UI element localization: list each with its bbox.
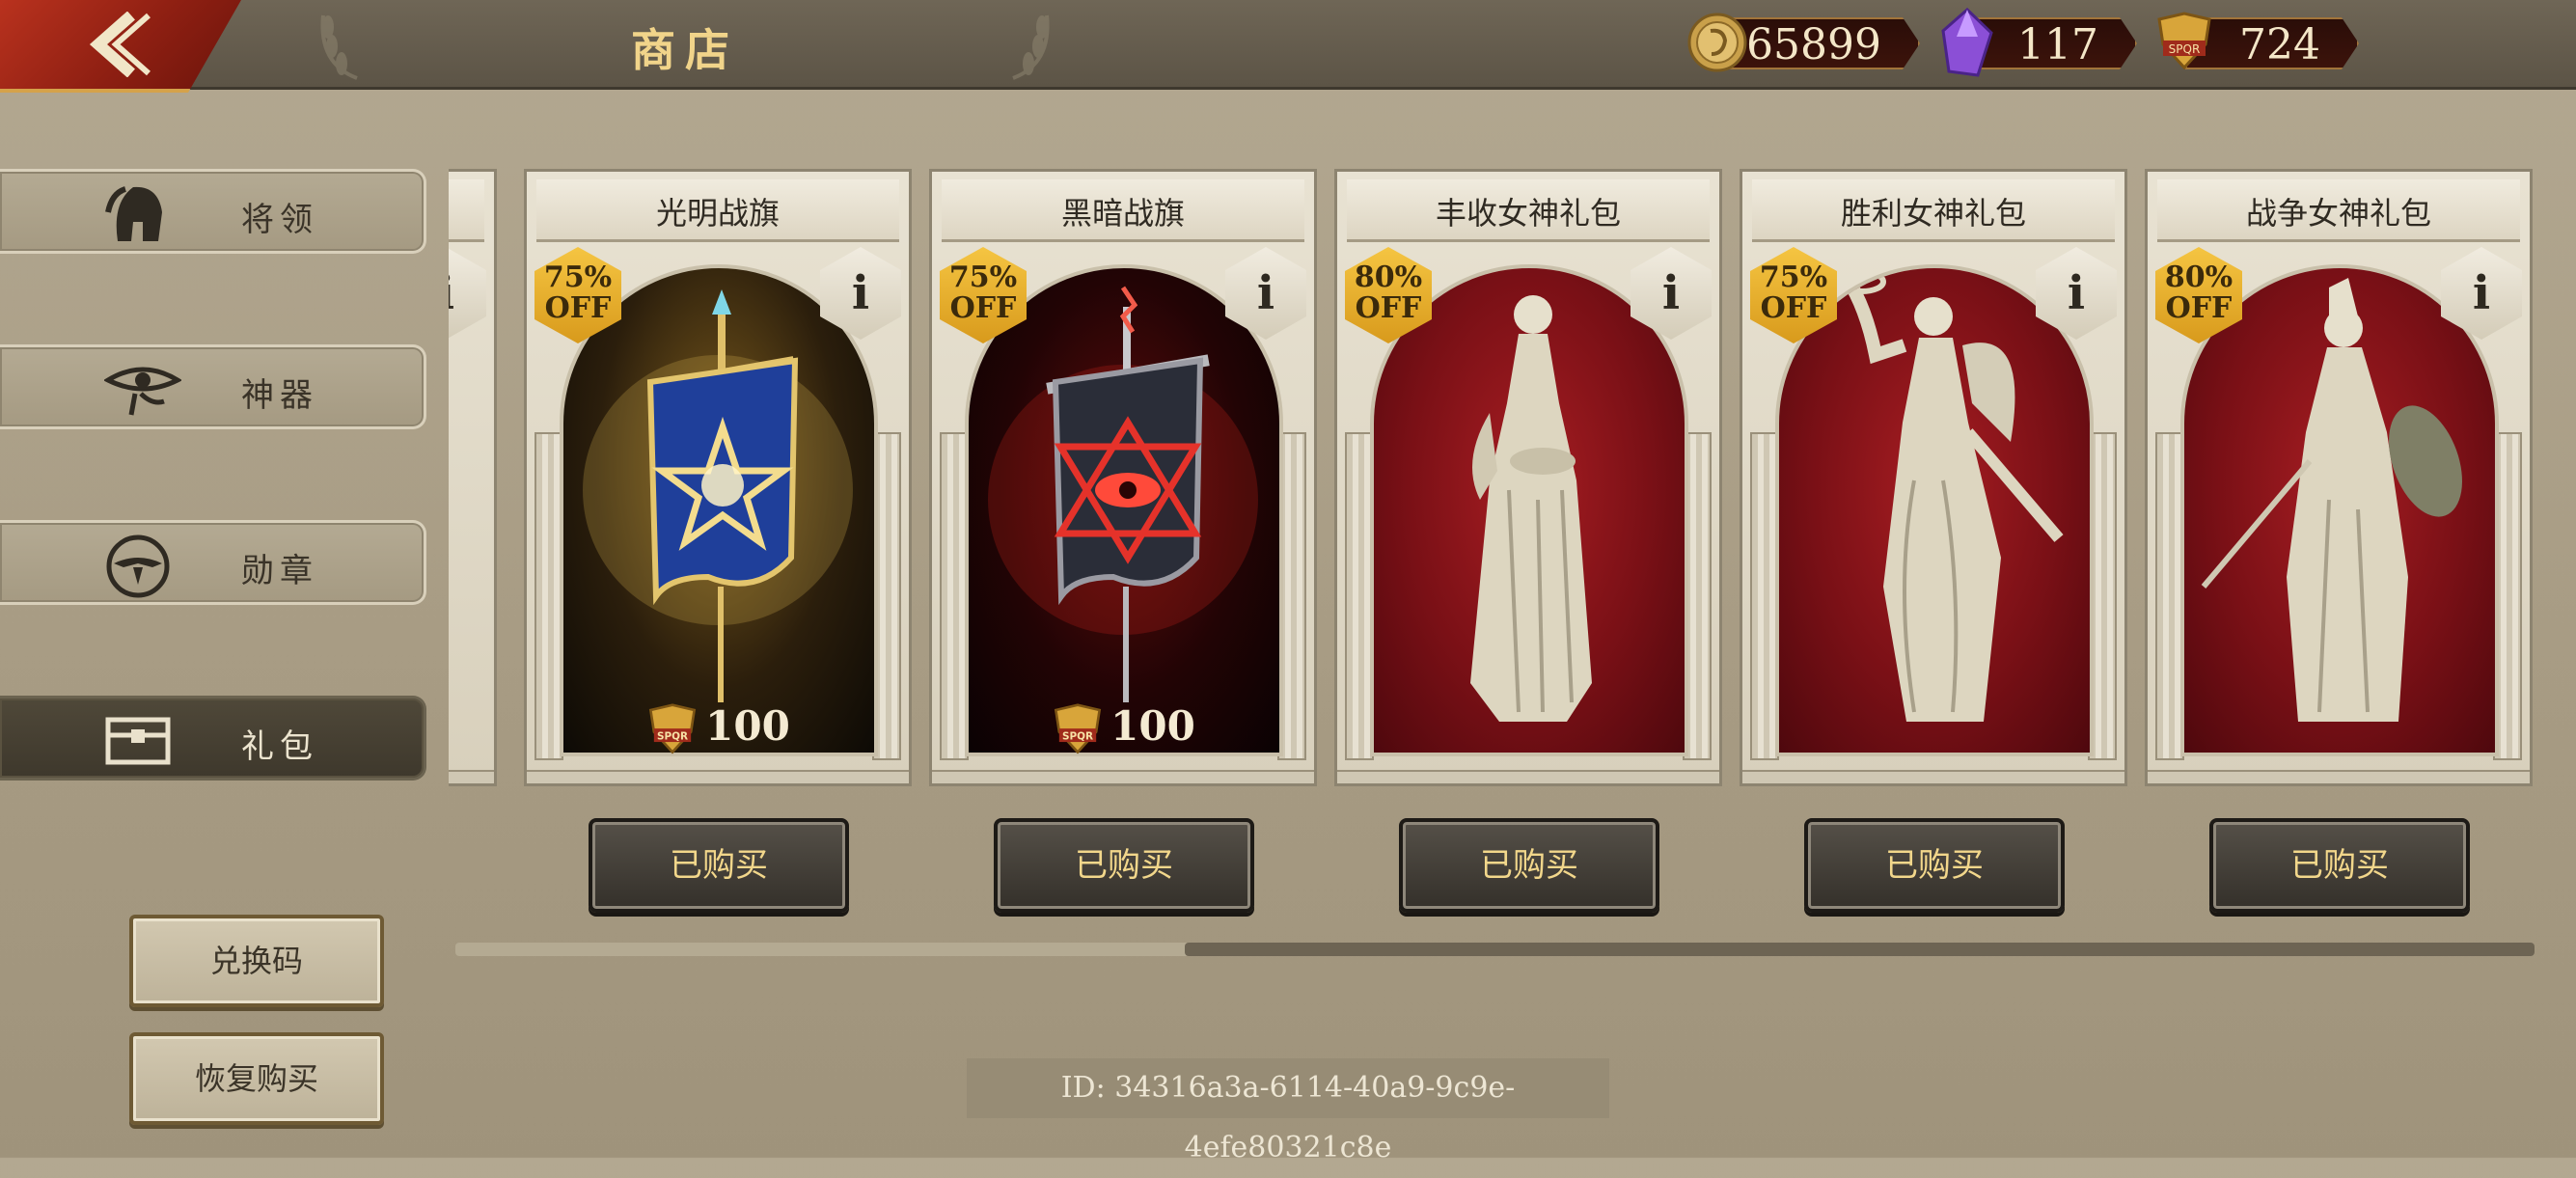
back-arrow-icon	[89, 12, 151, 77]
discount-percent: 75%	[1759, 260, 1828, 294]
card-base	[527, 770, 909, 783]
sidebar-item-label: 神器	[241, 376, 318, 415]
discount-off-label: OFF	[544, 291, 612, 325]
discount-off-label: OFF	[1355, 291, 1422, 325]
card-title: 光明战旗	[655, 195, 780, 232]
card-base	[2148, 770, 2530, 783]
eye-of-horus-icon	[104, 367, 181, 416]
sidebar-item-label: 将领	[241, 201, 318, 239]
card-title: 黑暗战旗	[1060, 195, 1185, 232]
card-base	[1742, 770, 2124, 783]
svg-text:SPQR: SPQR	[657, 730, 688, 742]
player-id-label: ID: 34316a3a-6114-40a9-9c9e-4efe80321c8e	[967, 1058, 1609, 1164]
purchased-button[interactable]: 已购买	[2209, 818, 2470, 913]
discount-percent: 80%	[2164, 260, 2233, 294]
price-value: 100	[1110, 702, 1195, 750]
purchased-button[interactable]: 已购买	[994, 818, 1254, 913]
gift-pack-card-partial[interactable]: i	[449, 169, 497, 786]
gold-coin-icon	[1687, 13, 1747, 72]
spqr-token-value: 724	[2239, 20, 2320, 69]
purchased-button[interactable]: 已购买	[589, 818, 849, 913]
spartan-helmet-icon	[105, 186, 162, 241]
light-war-banner-art	[583, 289, 853, 702]
price-value: 100	[705, 702, 790, 750]
sidebar-item-artifacts[interactable]: 神器	[0, 344, 426, 429]
spqr-token-icon: SPQR	[2157, 12, 2211, 70]
sidebar-item-generals[interactable]: 将领	[0, 169, 426, 254]
dark-war-banner-art	[988, 286, 1258, 702]
card-title-bar: 光明战旗	[536, 179, 899, 242]
card-title: 战争女神礼包	[2245, 195, 2431, 232]
sidebar-item-gift-packs[interactable]: 礼包	[0, 696, 426, 781]
purple-gem-icon	[1941, 8, 1993, 77]
gem-value: 117	[2017, 20, 2098, 69]
card-price: SPQR 100	[527, 702, 909, 755]
svg-text:SPQR: SPQR	[2169, 42, 2201, 56]
gift-pack-card-dark-banner[interactable]: 黑暗战旗 75% OFF i SPQR 100	[929, 169, 1317, 786]
card-art-frame	[1775, 264, 2094, 756]
top-bar: 商店 265899 117 724 SPQR	[0, 0, 2576, 93]
card-title-bar: 胜利女神礼包	[1752, 179, 2115, 242]
redeem-code-button[interactable]: 兑换码	[129, 915, 384, 1007]
card-base	[449, 770, 494, 783]
page-title: 商店	[631, 24, 739, 76]
treasure-chest-icon	[105, 717, 171, 765]
card-title-bar: 战争女神礼包	[2157, 179, 2520, 242]
discount-off-label: OFF	[2165, 291, 2233, 325]
gift-pack-card-victory-goddess[interactable]: 胜利女神礼包 75% OFF i	[1740, 169, 2127, 786]
card-art-frame	[560, 264, 878, 756]
laurel-decoration-icon	[1012, 14, 1050, 80]
sidebar-item-label: 礼包	[241, 727, 318, 766]
info-button[interactable]: i	[449, 247, 486, 340]
war-goddess-statue-art	[2201, 278, 2462, 722]
card-art-frame	[2180, 264, 2499, 756]
gift-pack-card-light-banner[interactable]: 光明战旗 75% OFF i SPQR 100	[524, 169, 912, 786]
discount-off-label: OFF	[1760, 291, 1827, 325]
gift-pack-carousel[interactable]: i 光明战旗 75% OFF i	[449, 169, 2552, 786]
victory-goddess-statue-art	[1838, 269, 2064, 722]
card-base	[1337, 770, 1719, 783]
back-button[interactable]	[0, 0, 241, 93]
card-art-frame	[965, 264, 1283, 756]
card-art-frame	[1370, 264, 1688, 756]
card-title-bar: 丰收女神礼包	[1347, 179, 1710, 242]
card-title: 丰收女神礼包	[1435, 195, 1621, 232]
card-title-bar: 黑暗战旗	[942, 179, 1304, 242]
carousel-scroll-thumb[interactable]	[1185, 943, 2535, 956]
harvest-goddess-statue-art	[1470, 295, 1592, 722]
card-title-bar	[449, 179, 484, 242]
gift-pack-card-war-goddess[interactable]: 战争女神礼包 80% OFF i	[2145, 169, 2533, 786]
card-title: 胜利女神礼包	[1840, 195, 2026, 232]
discount-off-label: OFF	[949, 291, 1017, 325]
restore-purchase-button[interactable]: 恢复购买	[129, 1032, 384, 1125]
svg-text:SPQR: SPQR	[1062, 730, 1093, 742]
discount-percent: 80%	[1354, 260, 1423, 294]
sidebar-item-medals[interactable]: 勋章	[0, 520, 426, 605]
discount-percent: 75%	[948, 260, 1018, 294]
spqr-token-icon: SPQR	[1055, 703, 1102, 754]
card-price: SPQR 100	[932, 702, 1314, 755]
discount-percent: 75%	[543, 260, 613, 294]
spqr-token-icon: SPQR	[649, 703, 697, 754]
sidebar-item-label: 勋章	[241, 552, 318, 590]
purchased-button[interactable]: 已购买	[1804, 818, 2065, 913]
purchased-button[interactable]: 已购买	[1399, 818, 1659, 913]
card-base	[932, 770, 1314, 783]
gift-pack-card-harvest-goddess[interactable]: 丰收女神礼包 80% OFF i	[1334, 169, 1722, 786]
laurel-decoration-icon	[320, 14, 358, 80]
eagle-medal-icon	[106, 534, 170, 598]
